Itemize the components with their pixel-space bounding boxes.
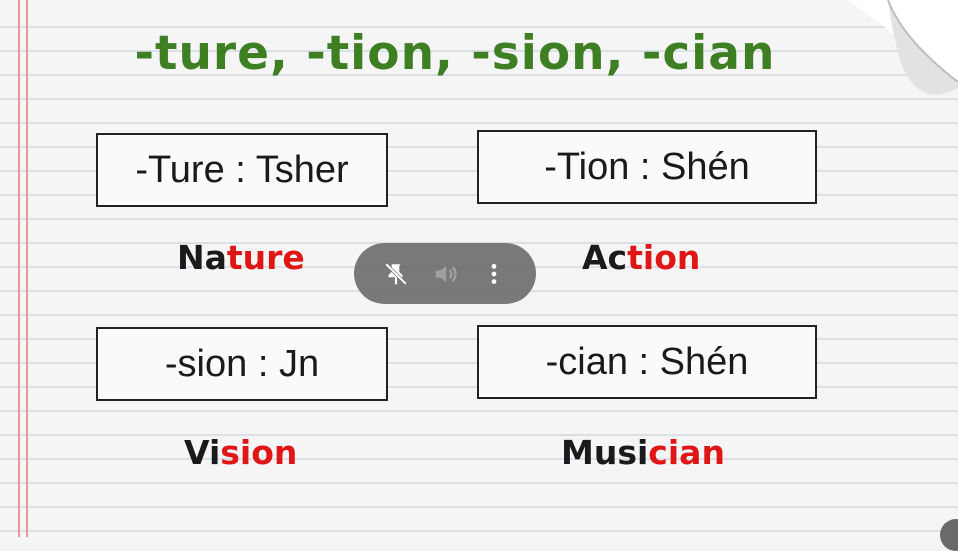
corner-button[interactable] (940, 519, 958, 551)
rule-box-cian: -cian : Shén (477, 325, 817, 399)
example-word-nature: Nature (177, 238, 305, 277)
word-suffix: ture (226, 238, 305, 277)
word-stem: Musi (561, 433, 649, 472)
pin-off-icon[interactable] (381, 259, 411, 289)
word-suffix: cian (648, 433, 725, 472)
media-controls-overlay (354, 243, 536, 304)
word-stem: Na (177, 238, 227, 277)
rule-box-sion: -sion : Jn (96, 327, 388, 401)
word-stem: Vi (184, 433, 221, 472)
word-suffix: sion (220, 433, 298, 472)
rule-box-ture: -Ture : Tsher (96, 133, 388, 207)
page-title: -ture, -tion, -sion, -cian (134, 26, 776, 81)
example-word-action: Action (582, 238, 700, 277)
more-vert-icon[interactable] (479, 259, 509, 289)
example-word-musician: Musician (561, 433, 725, 472)
volume-icon[interactable] (430, 259, 460, 289)
rule-box-tion: -Tion : Shén (477, 130, 817, 204)
word-stem: Ac (582, 238, 628, 277)
example-word-vision: Vision (184, 433, 297, 472)
word-suffix: tion (627, 238, 701, 277)
